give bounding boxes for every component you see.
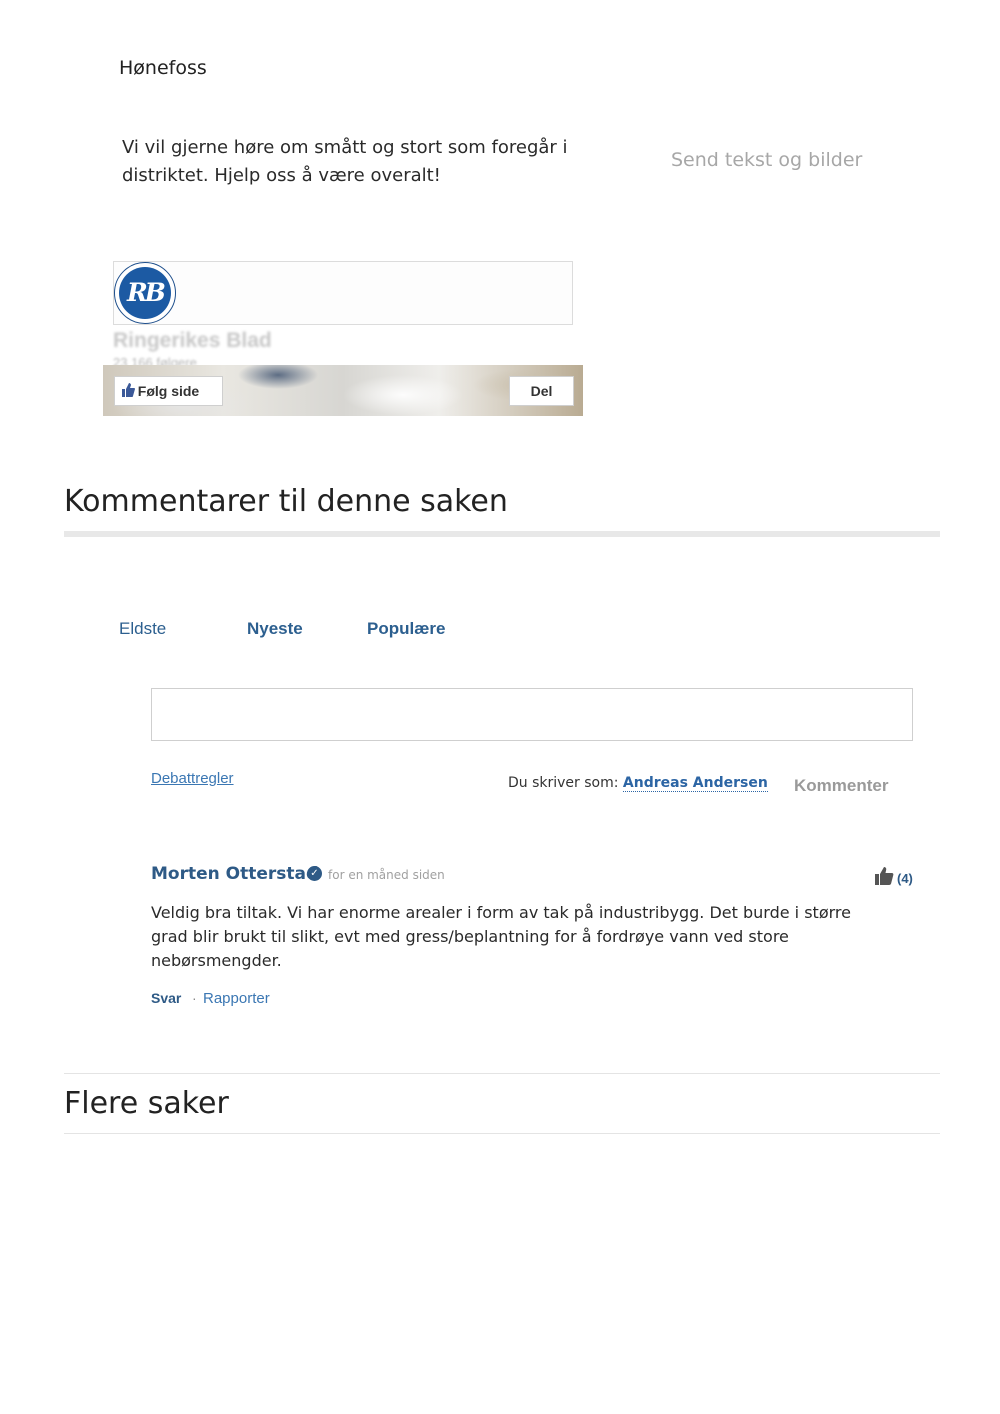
separator-dot: · <box>192 990 197 1006</box>
thumbs-up-icon <box>875 867 894 885</box>
reply-link[interactable]: Svar <box>151 990 181 1006</box>
current-user-link[interactable]: Andreas Andersen <box>622 775 768 792</box>
comment-input[interactable] <box>151 688 913 741</box>
section-divider <box>64 1133 940 1134</box>
writing-as-label: Du skriver som: <box>508 775 619 791</box>
logo-lettermark: RB <box>119 267 171 319</box>
debate-rules-link[interactable]: Debattregler <box>151 770 234 787</box>
intro-text: Vi vil gjerne høre om smått og stort som… <box>122 137 568 186</box>
follow-page-label: Følg side <box>137 383 200 399</box>
section-divider <box>64 1073 940 1074</box>
more-articles-heading: Flere saker <box>64 1086 229 1121</box>
comment-timestamp: for en måned siden <box>328 868 445 882</box>
comment-body: Veldig bra tiltak. Vi har enorme arealer… <box>151 903 851 970</box>
facebook-like-icon <box>122 383 135 397</box>
facebook-page-name[interactable]: Ringerikes Blad <box>113 329 272 353</box>
newspaper-logo[interactable]: RB <box>114 262 176 324</box>
verified-check-icon: ✓ <box>307 866 322 881</box>
sort-tab-oldest[interactable]: Eldste <box>119 619 166 639</box>
comments-heading: Kommentarer til denne saken <box>64 484 508 519</box>
heading-divider <box>64 531 940 537</box>
facebook-page-plugin <box>113 261 573 325</box>
share-label: Del <box>530 383 553 399</box>
comment-author[interactable]: Morten Otterstad <box>151 864 318 884</box>
writing-as: Du skriver som: Andreas Andersen <box>508 775 768 792</box>
sort-tab-newest[interactable]: Nyeste <box>247 619 303 639</box>
send-tips-link[interactable]: Send tekst og bilder <box>671 149 862 171</box>
share-button[interactable]: Del <box>509 376 574 406</box>
like-count: (4) <box>897 871 913 886</box>
submit-comment-button[interactable]: Kommenter <box>794 776 888 796</box>
follow-page-button[interactable]: Følg side <box>114 376 223 406</box>
location-label: Hønefoss <box>119 57 207 79</box>
sort-tab-popular[interactable]: Populære <box>367 619 445 639</box>
report-link[interactable]: Rapporter <box>203 990 270 1007</box>
